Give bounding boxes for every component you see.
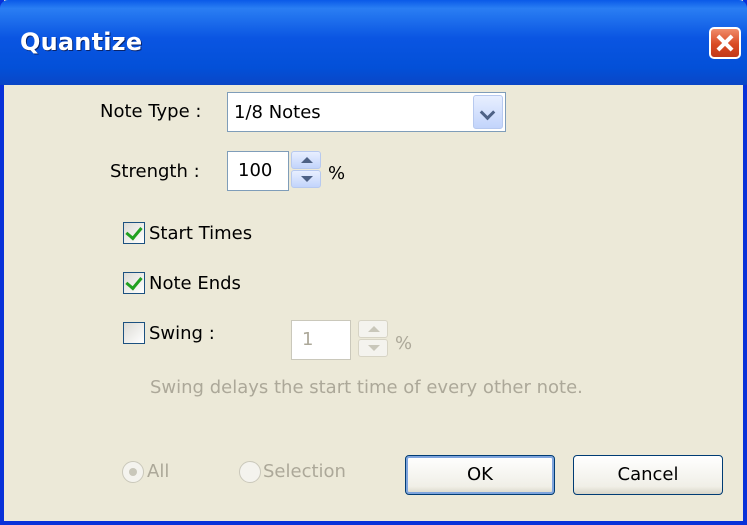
strength-unit: % [328,163,346,184]
close-button[interactable] [709,27,741,59]
note-ends-checkbox[interactable] [123,272,145,294]
start-times-checkbox[interactable] [123,222,145,244]
cancel-button[interactable]: Cancel [573,455,723,495]
quantize-dialog: Quantize Note Type : 1/8 Notes Strength … [0,0,747,525]
note-type-value: 1/8 Notes [234,102,321,123]
strength-input[interactable]: 100 [227,151,289,191]
selection-label[interactable]: Selection [263,461,346,482]
swing-unit: % [395,333,413,354]
strength-value: 100 [238,160,273,181]
note-type-label: Note Type : [100,101,202,122]
all-label[interactable]: All [147,461,169,482]
spin-up-icon[interactable] [358,320,388,338]
title-bar[interactable]: Quantize [0,0,747,85]
start-times-label[interactable]: Start Times [149,223,252,244]
swing-value: 1 [302,329,314,350]
swing-input[interactable]: 1 [291,320,351,360]
swing-label[interactable]: Swing : [149,323,215,344]
ok-button[interactable]: OK [405,455,555,495]
note-type-select[interactable]: 1/8 Notes [227,92,506,132]
dialog-title: Quantize [20,28,143,56]
swing-checkbox[interactable] [123,322,145,344]
spin-down-icon[interactable] [291,170,321,188]
strength-label: Strength : [110,161,200,182]
selection-radio[interactable] [239,461,261,483]
swing-hint: Swing delays the start time of every oth… [150,377,583,398]
spin-up-icon[interactable] [291,151,321,169]
chevron-down-icon[interactable] [473,95,503,129]
all-radio[interactable] [122,461,144,483]
note-ends-label[interactable]: Note Ends [149,273,241,294]
spin-down-icon[interactable] [358,339,388,357]
